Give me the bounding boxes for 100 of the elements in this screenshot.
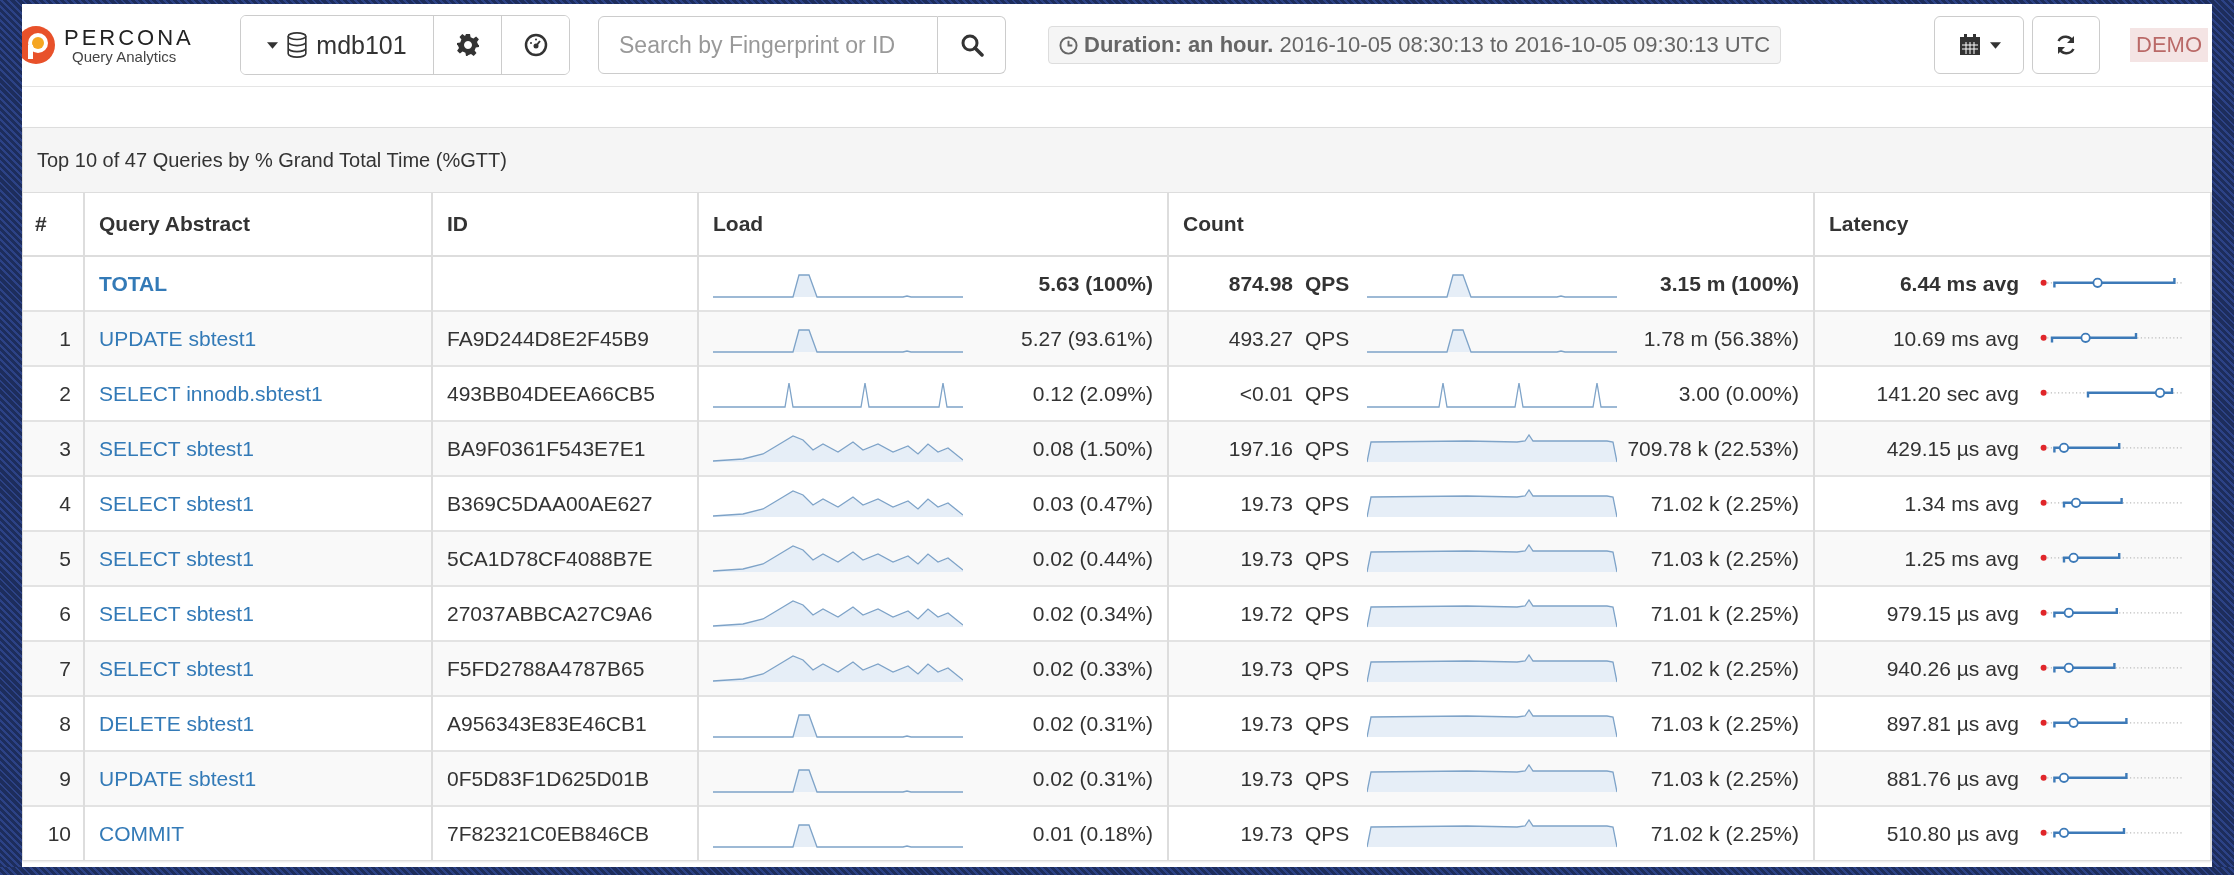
row-number: 5 <box>23 531 84 586</box>
query-link[interactable]: SELECT innodb.sbtest1 <box>99 381 323 405</box>
count-value: 71.03 k (2.25%) <box>1650 546 1799 571</box>
count-value: 71.02 k (2.25%) <box>1650 821 1799 846</box>
search-button[interactable] <box>938 16 1006 74</box>
column-header: # <box>23 193 84 256</box>
latency-value: 1.34 ms avg <box>1903 491 2019 516</box>
database-icon <box>286 31 309 59</box>
refresh-button[interactable] <box>2032 16 2100 74</box>
panel-title: Top 10 of 47 Queries by % Grand Total Time (%GTT) <box>37 148 507 172</box>
count-value: 709.78 k (22.53%) <box>1627 436 1799 461</box>
query-id: 0F5D83F1D625D01B <box>432 751 698 806</box>
row-number: 1 <box>23 311 84 366</box>
load-value: 0.01 (0.18%) <box>1032 821 1153 846</box>
latency-value: 979.15 µs avg <box>1885 601 2019 626</box>
row-number: 7 <box>23 641 84 696</box>
query-id: F5FD2788A4787B65 <box>432 641 698 696</box>
qps-unit: QPS <box>1305 656 1350 681</box>
load-value: 0.02 (0.31%) <box>1032 766 1153 791</box>
calendar-icon <box>1957 33 1982 57</box>
logo-subtitle: Query Analytics <box>72 48 178 64</box>
load-value: 0.02 (0.34%) <box>1032 601 1153 626</box>
column-header: Count <box>1168 193 1814 256</box>
count-value: 71.02 k (2.25%) <box>1650 656 1799 681</box>
query-link[interactable]: SELECT sbtest1 <box>99 491 254 515</box>
qps-unit: QPS <box>1305 821 1350 846</box>
qps-value: 493.27 <box>1227 326 1293 351</box>
qps-unit: QPS <box>1305 601 1350 626</box>
clock-icon <box>1059 35 1078 55</box>
count-value: 3.15 m (100%) <box>1660 271 1799 296</box>
qps-value: 19.73 <box>1239 546 1293 571</box>
demo-badge: DEMO <box>2130 28 2208 62</box>
column-header: Query Abstract <box>84 193 432 256</box>
load-value: 0.08 (1.50%) <box>1032 436 1153 461</box>
search-field[interactable]: Search by Fingerprint or ID <box>598 16 938 74</box>
qps-unit: QPS <box>1305 766 1350 791</box>
qps-unit: QPS <box>1305 381 1350 406</box>
load-value: 0.02 (0.31%) <box>1032 711 1153 736</box>
row-number: 9 <box>23 751 84 806</box>
count-value: 71.03 k (2.25%) <box>1650 766 1799 791</box>
qps-value: 874.98 <box>1227 271 1293 296</box>
query-link[interactable]: SELECT sbtest1 <box>99 436 254 460</box>
row-number: 10 <box>23 806 84 860</box>
latency-value: 510.80 µs avg <box>1885 821 2019 846</box>
dashboard-button[interactable] <box>501 16 569 74</box>
query-id: FA9D244D8E2F45B9 <box>432 311 698 366</box>
latency-value: 897.81 µs avg <box>1885 711 2019 736</box>
latency-value: 429.15 µs avg <box>1885 436 2019 461</box>
caret-icon <box>267 41 279 49</box>
query-link[interactable]: DELETE sbtest1 <box>99 711 255 735</box>
qps-unit: QPS <box>1305 271 1350 296</box>
qps-unit: QPS <box>1305 436 1350 461</box>
qps-value: 19.73 <box>1239 491 1293 516</box>
calendar-button[interactable] <box>1934 16 2024 74</box>
load-value: 5.27 (93.61%) <box>1021 326 1153 351</box>
qps-value: 19.72 <box>1239 601 1293 626</box>
gauge-icon <box>523 33 548 57</box>
latency-value: 141.20 sec avg <box>1875 381 2019 406</box>
load-value: 5.63 (100%) <box>1038 271 1153 296</box>
query-link[interactable]: COMMIT <box>99 821 185 845</box>
settings-icon <box>455 33 480 57</box>
latency-value: 881.76 µs avg <box>1885 766 2019 791</box>
qps-value: <0.01 <box>1238 381 1293 406</box>
query-link[interactable]: TOTAL <box>99 271 168 295</box>
column-header: Load <box>698 193 1168 256</box>
query-link[interactable]: UPDATE sbtest1 <box>99 326 257 350</box>
column-header: ID <box>432 193 698 256</box>
qps-value: 19.73 <box>1239 656 1293 681</box>
logo-name: PERCONA <box>64 26 194 49</box>
qps-value: 19.73 <box>1239 711 1293 736</box>
count-value: 71.03 k (2.25%) <box>1650 711 1799 736</box>
query-link[interactable]: SELECT sbtest1 <box>99 656 254 680</box>
latency-value: 940.26 µs avg <box>1885 656 2019 681</box>
qps-unit: QPS <box>1305 711 1350 736</box>
query-link[interactable]: SELECT sbtest1 <box>99 546 254 570</box>
load-value: 0.02 (0.33%) <box>1032 656 1153 681</box>
search-icon <box>959 33 984 57</box>
count-value: 71.01 k (2.25%) <box>1650 601 1799 626</box>
qps-unit: QPS <box>1305 491 1350 516</box>
qps-value: 19.73 <box>1239 821 1293 846</box>
latency-value: 6.44 ms avg <box>1898 271 2019 296</box>
query-link[interactable]: UPDATE sbtest1 <box>99 766 257 790</box>
caret-icon <box>1989 41 2001 49</box>
row-number: 3 <box>23 421 84 476</box>
load-value: 0.02 (0.44%) <box>1032 546 1153 571</box>
column-header: Latency <box>1814 193 2211 256</box>
duration-text: Duration: an hour. 2016-10-05 08:30:13 to 2016-10-05 09:30:13 UTC <box>1084 32 1771 58</box>
count-value: 1.78 m (56.38%) <box>1643 326 1799 351</box>
query-id: 7F82321C0EB846CB <box>432 806 698 860</box>
qps-unit: QPS <box>1305 546 1350 571</box>
load-value: 0.12 (2.09%) <box>1032 381 1153 406</box>
count-value: 3.00 (0.00%) <box>1678 381 1799 406</box>
latency-value: 10.69 ms avg <box>1891 326 2019 351</box>
query-link[interactable]: SELECT sbtest1 <box>99 601 254 625</box>
count-value: 71.02 k (2.25%) <box>1650 491 1799 516</box>
qps-value: 19.73 <box>1239 766 1293 791</box>
query-id: BA9F0361F543E7E1 <box>432 421 698 476</box>
load-value: 0.03 (0.47%) <box>1032 491 1153 516</box>
qps-value: 197.16 <box>1227 436 1293 461</box>
qps-unit: QPS <box>1305 326 1350 351</box>
